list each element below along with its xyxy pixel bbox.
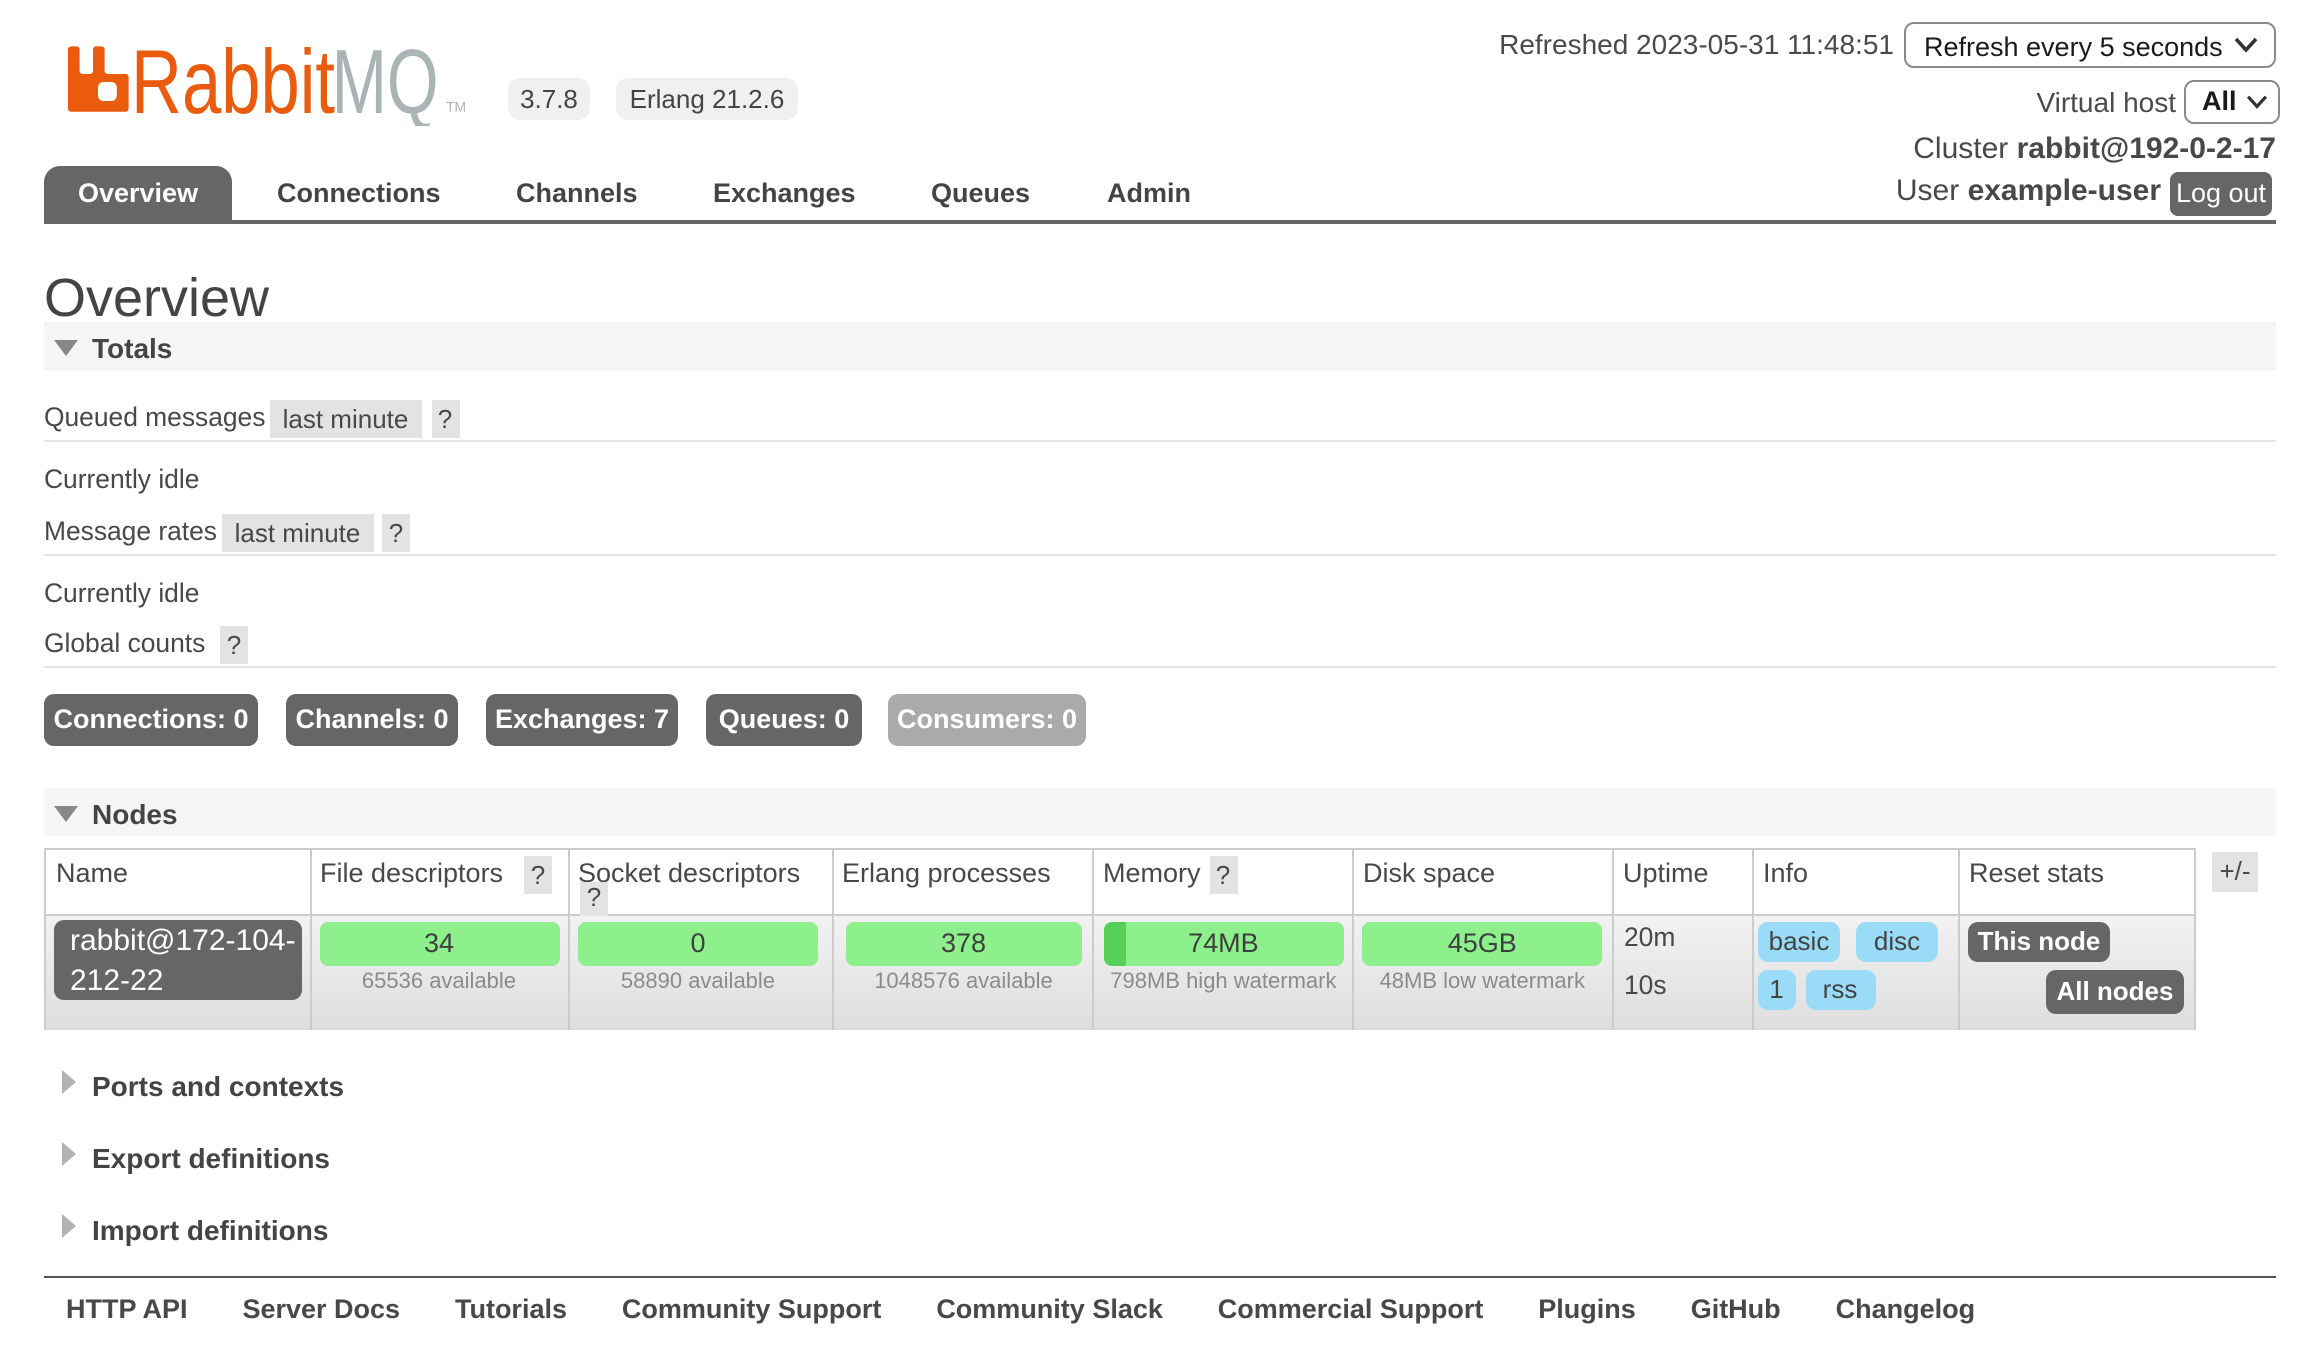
svg-text:MQ: MQ (331, 45, 438, 125)
svg-text:TM: TM (445, 98, 465, 114)
svg-text:Rabbit: Rabbit (130, 45, 334, 125)
